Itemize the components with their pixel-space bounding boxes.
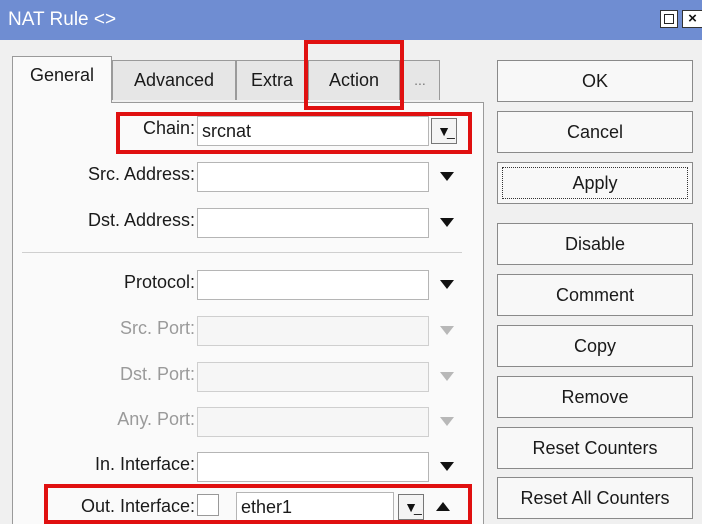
chain-label-wrap: Chain: [12, 114, 195, 144]
src-port-label-wrap: Src. Port: [12, 314, 195, 344]
dst-address-input[interactable] [197, 208, 429, 238]
copy-button[interactable]: Copy [497, 325, 693, 367]
tab-more[interactable]: ... [400, 60, 440, 100]
chevron-down-icon: ▼̲ [404, 499, 418, 515]
any-port-label-wrap: Any. Port: [12, 405, 195, 435]
tab-general[interactable]: General [12, 56, 112, 103]
dst-address-label-wrap: Dst. Address: [12, 206, 195, 236]
in-interface-dropdown-icon[interactable] [440, 462, 454, 471]
any-port-dropdown-icon [440, 417, 454, 426]
chain-label: Chain: [142, 118, 195, 138]
reset-all-counters-button[interactable]: Reset All Counters [497, 477, 693, 519]
reset-counters-button[interactable]: Reset Counters [497, 427, 693, 469]
tab-advanced[interactable]: Advanced [112, 60, 236, 100]
in-interface-label-wrap: In. Interface: [12, 450, 195, 480]
chain-select[interactable]: srcnat [197, 116, 429, 146]
src-port-label: Src. Port: [119, 318, 195, 338]
apply-button[interactable]: Apply [497, 162, 693, 204]
close-icon[interactable]: × [682, 10, 702, 28]
ok-button[interactable]: OK [497, 60, 693, 102]
src-address-label-wrap: Src. Address: [12, 160, 195, 190]
in-interface-label: In. Interface: [94, 454, 195, 474]
cancel-button[interactable]: Cancel [497, 111, 693, 153]
tab-action[interactable]: Action [308, 60, 400, 100]
dst-address-dropdown-icon[interactable] [440, 218, 454, 227]
out-interface-label-wrap: Out. Interface: [12, 492, 195, 522]
out-interface-negate-checkbox[interactable] [197, 494, 219, 516]
src-address-label: Src. Address: [87, 164, 195, 184]
dst-port-input [197, 362, 429, 392]
remove-button[interactable]: Remove [497, 376, 693, 418]
src-port-dropdown-icon [440, 326, 454, 335]
dst-port-label: Dst. Port: [119, 364, 195, 384]
src-address-dropdown-icon[interactable] [440, 172, 454, 181]
any-port-label: Any. Port: [117, 409, 195, 429]
any-port-input [197, 407, 429, 437]
chain-dropdown-button[interactable]: ▼̲ [431, 118, 457, 144]
out-interface-select[interactable]: ether1 [236, 492, 394, 522]
protocol-label: Protocol: [123, 272, 195, 292]
in-interface-input[interactable] [197, 452, 429, 482]
window-title: NAT Rule <> [8, 9, 117, 30]
src-address-input[interactable] [197, 162, 429, 192]
src-port-input [197, 316, 429, 346]
protocol-input[interactable] [197, 270, 429, 300]
chevron-down-icon: ▼̲ [437, 123, 451, 139]
dst-port-label-wrap: Dst. Port: [12, 360, 195, 390]
comment-button[interactable]: Comment [497, 274, 693, 316]
title-bar[interactable]: NAT Rule <> × [0, 0, 702, 40]
protocol-dropdown-icon[interactable] [440, 280, 454, 289]
section-divider [22, 252, 462, 253]
dst-port-dropdown-icon [440, 372, 454, 381]
maximize-icon[interactable] [660, 10, 678, 28]
tab-extra[interactable]: Extra [236, 60, 308, 100]
nat-rule-window: NAT Rule <> × General Advanced Extra Act… [0, 0, 702, 524]
dst-address-label: Dst. Address: [87, 210, 195, 230]
protocol-label-wrap: Protocol: [12, 268, 195, 298]
out-interface-label: Out. Interface: [80, 496, 195, 516]
out-interface-dropdown-button[interactable]: ▼̲ [398, 494, 424, 520]
disable-button[interactable]: Disable [497, 223, 693, 265]
collapse-up-icon[interactable] [436, 502, 450, 511]
